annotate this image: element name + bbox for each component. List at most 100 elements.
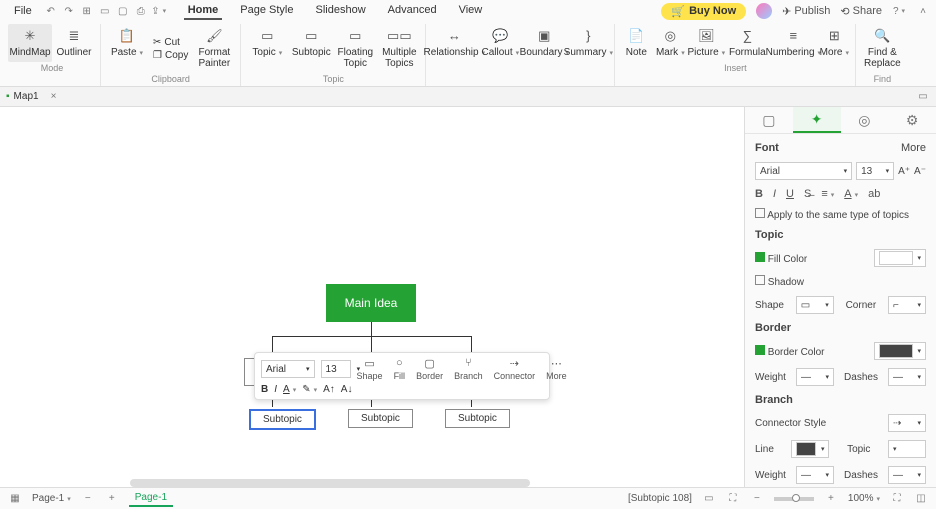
ft-font-select[interactable]: Arial▾ <box>261 360 315 378</box>
italic-button[interactable]: I <box>773 188 776 200</box>
copy-button[interactable]: ❐ Copy <box>153 50 188 61</box>
buy-now-button[interactable]: 🛒 Buy Now <box>661 3 746 20</box>
print-icon[interactable]: ⎙ <box>134 4 148 18</box>
branch-line-select[interactable]: ▾ <box>791 440 829 458</box>
canvas[interactable]: Main Idea Subtopic Subtopic Subtopic Ari… <box>0 107 744 487</box>
zoom-value[interactable]: 100% <box>848 493 880 504</box>
topic-button[interactable]: ▭Topic <box>245 24 289 73</box>
shape-select[interactable]: ▭▾ <box>796 296 834 314</box>
ft-size-select[interactable]: 13▾ <box>321 360 351 378</box>
side-tab-settings[interactable]: ⚙ <box>888 107 936 133</box>
share-button[interactable]: ⟲ Share <box>840 5 882 18</box>
bold-button[interactable]: B <box>755 188 763 200</box>
branch-topic-select[interactable]: ▾ <box>888 440 926 458</box>
tab-overflow-icon[interactable]: ▭ <box>916 90 930 104</box>
zoom-out-button[interactable]: − <box>750 492 764 506</box>
undo-icon[interactable]: ↶ <box>44 4 58 18</box>
horizontal-scrollbar[interactable] <box>130 479 530 487</box>
ft-italic-button[interactable]: I <box>274 384 277 395</box>
zoom-slider[interactable] <box>774 497 814 501</box>
page-tab[interactable]: Page-1 <box>129 490 173 507</box>
subtopic-node-1[interactable]: Subtopic <box>249 409 316 430</box>
redo-icon[interactable]: ↷ <box>62 4 76 18</box>
note-button[interactable]: 📄Note <box>619 24 653 62</box>
collapse-ribbon-icon[interactable]: ˄ <box>916 4 930 18</box>
presentation-icon[interactable]: ▭ <box>702 492 716 506</box>
ft-bold-button[interactable]: B <box>261 384 268 395</box>
menu-page-style[interactable]: Page Style <box>236 2 297 20</box>
panel-toggle-icon[interactable]: ◫ <box>914 492 928 506</box>
publish-button[interactable]: ✈ Publish <box>782 5 830 18</box>
underline-button[interactable]: U <box>786 188 794 200</box>
paste-button[interactable]: 📋Paste <box>105 24 149 73</box>
boundary-button[interactable]: ▣Boundary <box>522 24 566 62</box>
shrink-font-button[interactable]: A⁻ <box>914 166 926 177</box>
fill-color-select[interactable]: ▾ <box>874 249 926 267</box>
formula-button[interactable]: ∑Formula <box>725 24 769 62</box>
ft-connector-button[interactable]: ⇢Connector <box>494 357 536 381</box>
border-color-select[interactable]: ▾ <box>874 342 926 360</box>
shadow-checkbox[interactable] <box>755 275 765 285</box>
menu-view[interactable]: View <box>455 2 487 20</box>
side-tab-mark[interactable]: ◎ <box>841 107 889 133</box>
font-family-select[interactable]: Arial▾ <box>755 162 852 180</box>
side-tab-style[interactable]: ✦ <box>793 107 841 133</box>
font-more-link[interactable]: More <box>901 142 926 154</box>
relationship-button[interactable]: ↔Relationship <box>430 24 478 62</box>
mark-button[interactable]: ◎Mark <box>653 24 687 62</box>
cut-button[interactable]: ✂ Cut <box>153 37 188 48</box>
border-color-checkbox[interactable] <box>755 345 765 355</box>
grow-font-button[interactable]: A⁺ <box>898 166 910 177</box>
menu-advanced[interactable]: Advanced <box>384 2 441 20</box>
menu-slideshow[interactable]: Slideshow <box>312 2 370 20</box>
ft-highlight-button[interactable]: ✎ <box>302 384 317 395</box>
avatar[interactable] <box>756 3 772 19</box>
subtopic-node-3[interactable]: Subtopic <box>445 409 510 428</box>
border-weight-select[interactable]: —▾ <box>796 368 834 386</box>
menu-home[interactable]: Home <box>184 2 223 20</box>
more-insert-button[interactable]: ⊞More <box>817 24 851 62</box>
fit-icon[interactable]: ⛶ <box>726 492 740 506</box>
doc-tab-map1[interactable]: ▪Map1 <box>6 91 39 102</box>
corner-select[interactable]: ⌐▾ <box>888 296 926 314</box>
help-icon[interactable]: ? <box>892 4 906 18</box>
summary-button[interactable]: }Summary <box>566 24 610 62</box>
format-painter-button[interactable]: 🖌Format Painter <box>192 24 236 73</box>
ft-grow-font-button[interactable]: A↑ <box>323 384 335 395</box>
new-icon[interactable]: ⊞ <box>80 4 94 18</box>
outliner-mode-button[interactable]: ≣Outliner <box>52 24 96 62</box>
branch-dashes-select[interactable]: —▾ <box>888 466 926 484</box>
mindmap-mode-button[interactable]: ✳MindMap <box>8 24 52 62</box>
apply-same-checkbox[interactable] <box>755 208 765 218</box>
multiple-topics-button[interactable]: ▭▭Multiple Topics <box>377 24 421 73</box>
numbering-button[interactable]: ≡Numbering <box>769 24 817 62</box>
zoom-in-button[interactable]: + <box>824 492 838 506</box>
ft-fontcolor-button[interactable]: A <box>283 384 296 395</box>
fullscreen-icon[interactable]: ⛶ <box>890 492 904 506</box>
callout-button[interactable]: 💬Callout <box>478 24 522 62</box>
ft-shrink-font-button[interactable]: A↓ <box>341 384 353 395</box>
close-tab-icon[interactable]: × <box>47 90 61 104</box>
align-button[interactable]: ≡ <box>821 188 834 200</box>
ft-border-button[interactable]: ▢Border <box>416 357 443 381</box>
remove-page-button[interactable]: − <box>81 492 95 506</box>
font-size-select[interactable]: 13▾ <box>856 162 894 180</box>
branch-weight-select[interactable]: —▾ <box>796 466 834 484</box>
fill-color-checkbox[interactable] <box>755 252 765 262</box>
floating-topic-button[interactable]: ▭Floating Topic <box>333 24 377 73</box>
ft-shape-button[interactable]: ▭Shape <box>357 357 383 381</box>
export-icon[interactable]: ⇪ <box>152 4 166 18</box>
strike-button[interactable]: S̶ <box>804 188 811 200</box>
find-replace-button[interactable]: 🔍Find & Replace <box>860 24 904 73</box>
border-dashes-select[interactable]: —▾ <box>888 368 926 386</box>
save-icon[interactable]: ▢ <box>116 4 130 18</box>
ft-branch-button[interactable]: ⑂Branch <box>454 357 483 381</box>
open-icon[interactable]: ▭ <box>98 4 112 18</box>
side-tab-layout[interactable]: ▢ <box>745 107 793 133</box>
picture-button[interactable]: 🖼Picture <box>687 24 725 62</box>
pages-icon[interactable]: ▦ <box>8 492 22 506</box>
file-menu[interactable]: File <box>6 3 40 19</box>
main-idea-node[interactable]: Main Idea <box>326 284 416 322</box>
subtopic-button[interactable]: ▭Subtopic <box>289 24 333 73</box>
fontcolor-button[interactable]: A <box>844 188 858 200</box>
